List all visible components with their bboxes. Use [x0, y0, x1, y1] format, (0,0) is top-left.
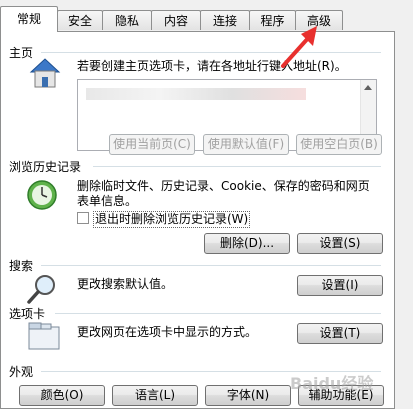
divider	[55, 313, 381, 314]
tab-general[interactable]: 常规	[0, 6, 58, 32]
history-section-title: 浏览历史记录	[9, 160, 82, 174]
appearance-section-title: 外观	[9, 365, 34, 379]
use-default-button[interactable]: 使用默认值(F)	[203, 134, 289, 155]
languages-button[interactable]: 语言(L)	[112, 385, 198, 406]
magnifier-icon	[27, 275, 55, 304]
tabs-icon	[28, 322, 60, 350]
tab-security[interactable]: 安全	[57, 10, 103, 30]
tabs-settings-button[interactable]: 设置(T)	[297, 323, 383, 344]
delete-on-exit-label[interactable]: 退出时删除浏览历史记录(W)	[93, 211, 251, 228]
delete-on-exit-checkbox[interactable]	[77, 212, 89, 224]
annotation-arrow-icon	[281, 26, 317, 68]
tabs-description: 更改网页在选项卡中显示的方式。	[77, 325, 258, 339]
tab-content[interactable]: 内容	[151, 10, 201, 30]
search-description: 更改搜索默认值。	[77, 277, 174, 291]
tab-privacy[interactable]: 隐私	[102, 10, 152, 30]
home-icon	[29, 58, 61, 88]
search-settings-button[interactable]: 设置(I)	[297, 275, 383, 296]
tabs-section-title: 选项卡	[9, 307, 46, 321]
fonts-button[interactable]: 字体(N)	[205, 385, 291, 406]
general-panel: 主页 若要创建主页选项卡，请在各地址行键入地址(R)。 使用当前页(C) 使用默…	[0, 31, 395, 409]
history-description-line1: 删除临时文件、历史记录、Cookie、保存的密码和网页	[77, 179, 370, 193]
use-current-button[interactable]: 使用当前页(C)	[109, 134, 195, 155]
history-icon	[27, 180, 57, 210]
colors-button[interactable]: 颜色(O)	[19, 385, 105, 406]
tab-strip: 常规 安全 隐私 内容 连接 程序 高级	[0, 0, 413, 32]
watermark: Baidu经验	[290, 374, 374, 393]
divider	[41, 265, 381, 266]
delete-button[interactable]: 删除(D)...	[204, 233, 290, 254]
scroll-up-icon	[364, 85, 372, 90]
blurred-address	[86, 88, 306, 100]
tab-connections[interactable]: 连接	[200, 10, 250, 30]
divider	[41, 52, 381, 53]
history-settings-button[interactable]: 设置(S)	[297, 233, 383, 254]
history-description-line2: 表单信息。	[77, 194, 138, 208]
use-blank-button[interactable]: 使用空白页(B)	[296, 134, 382, 155]
divider	[93, 166, 381, 167]
